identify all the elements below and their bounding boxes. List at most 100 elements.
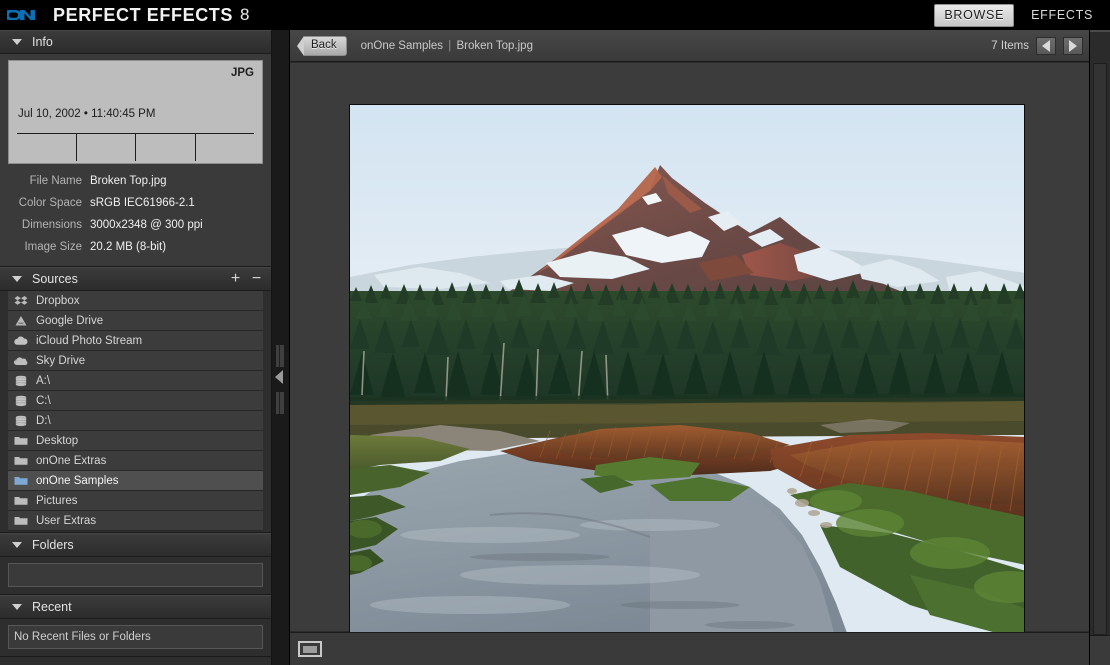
sidebar-item-google-drive[interactable]: Google Drive [8, 311, 263, 331]
single-image-view-icon[interactable] [298, 641, 322, 657]
preview-image[interactable] [349, 104, 1025, 640]
app-version: 8 [240, 5, 250, 24]
info-label: File Name [29, 175, 82, 187]
sources-section: Sources + − Dropbox Google Drive iCloud … [0, 267, 271, 533]
info-value: sRGB IEC61966-2.1 [90, 197, 195, 209]
sidebar-item-label: Google Drive [36, 314, 104, 327]
folder-icon [12, 454, 30, 468]
info-label: Color Space [18, 197, 82, 209]
metadata-cell [17, 134, 77, 161]
title-bar: PERFECT EFFECTS 8 BROWSE EFFECTS [0, 0, 1110, 30]
vertical-scrollbar[interactable] [1093, 63, 1107, 635]
sources-section-header[interactable]: Sources + − [0, 267, 271, 291]
capture-datetime: Jul 10, 2002 • 11:40:45 PM [18, 108, 156, 120]
sidebar-item-label: iCloud Photo Stream [36, 334, 143, 347]
breadcrumb-file: Broken Top.jpg [456, 39, 533, 52]
tab-browse[interactable]: BROWSE [934, 3, 1015, 27]
add-source-button[interactable]: + [229, 271, 242, 287]
folder-open-icon [12, 474, 30, 488]
triangle-down-icon[interactable] [12, 276, 22, 282]
metadata-grid [17, 133, 254, 161]
image-canvas[interactable] [290, 63, 1090, 640]
breadcrumb-separator: | [448, 39, 452, 52]
drive-icon [12, 394, 30, 408]
view-toolbar [290, 632, 1090, 665]
application-window: PERFECT EFFECTS 8 BROWSE EFFECTS Info JP… [0, 0, 1110, 665]
previous-image-button[interactable] [1036, 36, 1056, 55]
breadcrumb-folder[interactable]: onOne Samples [361, 40, 443, 52]
onone-logo-icon [7, 5, 47, 25]
info-section-header[interactable]: Info [0, 30, 271, 54]
info-label: Dimensions [21, 219, 82, 231]
sidebar-item-label: Pictures [36, 494, 78, 507]
info-value: 20.2 MB (8-bit) [90, 241, 167, 253]
sidebar-item-dropbox[interactable]: Dropbox [8, 291, 263, 311]
info-row-image-size: Image Size 20.2 MB (8-bit) [8, 236, 263, 258]
info-row-dimensions: Dimensions 3000x2348 @ 300 ppi [8, 214, 263, 236]
sidebar-item-drive-a[interactable]: A:\ [8, 371, 263, 391]
triangle-down-icon[interactable] [12, 604, 22, 610]
info-preview-card: JPG Jul 10, 2002 • 11:40:45 PM [8, 60, 263, 164]
icloud-icon [12, 334, 30, 348]
folders-section-header[interactable]: Folders [0, 533, 271, 557]
triangle-down-icon[interactable] [12, 542, 22, 548]
sidebar-item-desktop[interactable]: Desktop [8, 431, 263, 451]
recent-section-header[interactable]: Recent [0, 595, 271, 619]
sidebar-item-label: Desktop [36, 434, 79, 447]
folders-section-title: Folders [32, 538, 74, 552]
info-field-list: File Name Broken Top.jpg Color Space sRG… [8, 164, 263, 262]
left-sidebar: Info JPG Jul 10, 2002 • 11:40:45 PM File… [0, 30, 272, 665]
splitter-grip[interactable] [276, 345, 284, 367]
file-type-badge: JPG [230, 67, 254, 79]
info-section-title: Info [32, 35, 53, 49]
folder-icon [12, 514, 30, 528]
drive-icon [12, 414, 30, 428]
info-label: Image Size [24, 241, 82, 253]
skydrive-cloud-icon [12, 354, 30, 368]
back-button[interactable]: Back [297, 35, 347, 56]
splitter-grip[interactable] [276, 392, 284, 414]
metadata-cell [77, 134, 136, 161]
sidebar-item-user-extras[interactable]: User Extras [8, 511, 263, 531]
recent-section-title: Recent [32, 600, 72, 614]
triangle-left-icon [1042, 39, 1050, 52]
sidebar-item-drive-c[interactable]: C:\ [8, 391, 263, 411]
app-title: PERFECT EFFECTS [53, 4, 234, 25]
metadata-cell [136, 134, 196, 161]
triangle-right-icon [1069, 39, 1077, 52]
sidebar-item-onone-samples[interactable]: onOne Samples [8, 471, 263, 491]
info-value: 3000x2348 @ 300 ppi [90, 219, 203, 231]
next-image-button[interactable] [1063, 36, 1083, 55]
sidebar-item-onone-extras[interactable]: onOne Extras [8, 451, 263, 471]
google-drive-icon [12, 314, 30, 328]
browser-toolbar: Back onOne Samples | Broken Top.jpg 7 It… [290, 30, 1090, 62]
sidebar-item-label: onOne Extras [36, 454, 107, 467]
info-row-color-space: Color Space sRGB IEC61966-2.1 [8, 192, 263, 214]
sidebar-item-icloud-photo-stream[interactable]: iCloud Photo Stream [8, 331, 263, 351]
right-strip-bottom [1090, 635, 1110, 665]
sources-list: Dropbox Google Drive iCloud Photo Stream [0, 291, 271, 532]
folders-list[interactable] [8, 563, 263, 587]
folders-section: Folders [0, 533, 271, 595]
triangle-left-icon[interactable] [275, 370, 283, 384]
sidebar-item-drive-d[interactable]: D:\ [8, 411, 263, 431]
sidebar-item-label: A:\ [36, 374, 51, 387]
recent-list[interactable]: No Recent Files or Folders [8, 625, 263, 649]
sidebar-item-label: C:\ [36, 394, 51, 407]
recent-section: Recent No Recent Files or Folders [0, 595, 271, 657]
sidebar-item-label: Dropbox [36, 294, 80, 307]
right-strip-top [1090, 30, 1110, 32]
sidebar-item-sky-drive[interactable]: Sky Drive [8, 351, 263, 371]
info-row-file-name: File Name Broken Top.jpg [8, 170, 263, 192]
dropbox-icon [12, 294, 30, 308]
tab-effects[interactable]: EFFECTS [1022, 5, 1102, 26]
remove-source-button[interactable]: − [250, 271, 263, 287]
breadcrumb: onOne Samples | Broken Top.jpg [361, 40, 533, 52]
info-body: JPG Jul 10, 2002 • 11:40:45 PM File Name… [0, 54, 271, 266]
triangle-down-icon[interactable] [12, 39, 22, 45]
chevron-left-icon [297, 35, 304, 56]
sidebar-item-pictures[interactable]: Pictures [8, 491, 263, 511]
sidebar-splitter[interactable] [272, 30, 289, 665]
sidebar-item-label: onOne Samples [36, 474, 119, 487]
drive-icon [12, 374, 30, 388]
